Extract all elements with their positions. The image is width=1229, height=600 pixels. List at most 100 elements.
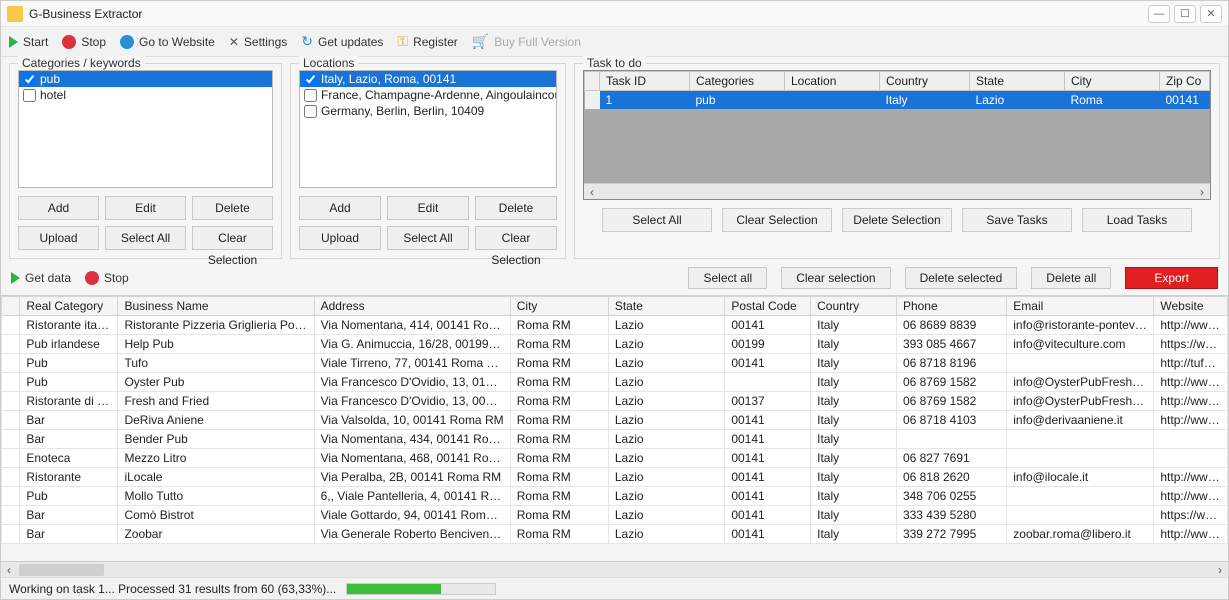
locations-item[interactable]: France, Champagne-Ardenne, Aingoulaincou…: [300, 87, 556, 103]
results-row[interactable]: PubMollo Tutto6,, Viale Pantelleria, 4, …: [2, 487, 1228, 506]
results-row[interactable]: Ristorante italianoRistorante Pizzeria G…: [2, 316, 1228, 335]
tasks-column-header[interactable]: City: [1065, 72, 1160, 91]
export-button[interactable]: Export: [1125, 267, 1218, 289]
categories-item[interactable]: hotel: [19, 87, 272, 103]
results-row[interactable]: Pub irlandeseHelp PubVia G. Animuccia, 1…: [2, 335, 1228, 354]
locations-edit-button[interactable]: Edit: [387, 196, 469, 220]
results-column-header[interactable]: Business Name: [118, 297, 314, 316]
categories-item[interactable]: pub: [19, 71, 272, 87]
locations-listbox[interactable]: Italy, Lazio, Roma, 00141France, Champag…: [299, 70, 557, 188]
results-cell: Ristorante di pesce: [20, 392, 118, 411]
task-row[interactable]: 1 pub Italy Lazio Roma 00141: [585, 91, 1210, 110]
scroll-left-icon[interactable]: ‹: [584, 185, 600, 199]
tasks-column-header[interactable]: State: [970, 72, 1065, 91]
results-clear-button[interactable]: Clear selection: [781, 267, 890, 289]
locations-item[interactable]: Germany, Berlin, Berlin, 10409: [300, 103, 556, 119]
results-cell: Ristorante italiano: [20, 316, 118, 335]
results-cell: Via Nomentana, 468, 00141 Roma RM: [314, 449, 510, 468]
results-row[interactable]: PubTufoViale Tirreno, 77, 00141 Roma RMR…: [2, 354, 1228, 373]
categories-add-button[interactable]: Add: [18, 196, 99, 220]
tasks-column-header[interactable]: Zip Co: [1160, 72, 1210, 91]
tasks-clear-button[interactable]: Clear Selection: [722, 208, 832, 232]
results-cell: Lazio: [608, 487, 724, 506]
results-column-header[interactable]: Real Category: [20, 297, 118, 316]
tasks-column-header[interactable]: Location: [785, 72, 880, 91]
results-row[interactable]: BarBender PubVia Nomentana, 434, 00141 R…: [2, 430, 1228, 449]
results-column-header[interactable]: State: [608, 297, 724, 316]
results-cell: 348 706 0255: [896, 487, 1006, 506]
results-column-header[interactable]: City: [510, 297, 608, 316]
results-row[interactable]: EnotecaMezzo LitroVia Nomentana, 468, 00…: [2, 449, 1228, 468]
results-column-header[interactable]: Country: [811, 297, 897, 316]
tasks-save-button[interactable]: Save Tasks: [962, 208, 1072, 232]
categories-upload-button[interactable]: Upload: [18, 226, 99, 250]
tasks-table-wrap[interactable]: Task IDCategoriesLocationCountryStateCit…: [583, 70, 1211, 200]
results-cell: Italy: [811, 411, 897, 430]
scroll-right-icon[interactable]: ›: [1194, 185, 1210, 199]
locations-checkbox[interactable]: [304, 73, 317, 86]
start-button[interactable]: Start: [9, 35, 48, 49]
locations-upload-button[interactable]: Upload: [299, 226, 381, 250]
tasks-column-header[interactable]: Categories: [690, 72, 785, 91]
locations-label: Italy, Lazio, Roma, 00141: [321, 72, 456, 86]
results-row[interactable]: BarZoobarVia Generale Roberto Bencivenga…: [2, 525, 1228, 544]
locations-checkbox[interactable]: [304, 89, 317, 102]
locations-clear-button[interactable]: Clear Selection: [475, 226, 557, 250]
results-column-header[interactable]: Phone: [896, 297, 1006, 316]
results-column-header[interactable]: Address: [314, 297, 510, 316]
results-hscrollbar[interactable]: ‹ ›: [1, 561, 1228, 577]
results-selectall-button[interactable]: Select all: [688, 267, 767, 289]
results-row[interactable]: Ristorante di pesceFresh and FriedVia Fr…: [2, 392, 1228, 411]
tasks-selectall-button[interactable]: Select All: [602, 208, 712, 232]
categories-selectall-button[interactable]: Select All: [105, 226, 186, 250]
register-button[interactable]: ⚿ Register: [397, 33, 457, 50]
results-row[interactable]: RistoranteiLocaleVia Peralba, 2B, 00141 …: [2, 468, 1228, 487]
categories-delete-button[interactable]: Delete: [192, 196, 273, 220]
locations-add-button[interactable]: Add: [299, 196, 381, 220]
scroll-left-icon[interactable]: ‹: [1, 562, 17, 577]
locations-delete-button[interactable]: Delete: [475, 196, 557, 220]
categories-checkbox[interactable]: [23, 73, 36, 86]
scroll-right-icon[interactable]: ›: [1212, 562, 1228, 577]
results-delete-selected-button[interactable]: Delete selected: [905, 267, 1018, 289]
results-cell: [1154, 430, 1228, 449]
minimize-button[interactable]: —: [1148, 5, 1170, 23]
tasks-hscrollbar[interactable]: ‹ ›: [584, 183, 1210, 199]
locations-item[interactable]: Italy, Lazio, Roma, 00141: [300, 71, 556, 87]
results-scroll[interactable]: Real CategoryBusiness NameAddressCitySta…: [1, 296, 1228, 561]
scroll-thumb[interactable]: [19, 564, 104, 576]
get-data-button[interactable]: Get data: [11, 271, 71, 285]
results-column-header[interactable]: Website: [1154, 297, 1228, 316]
tasks-column-header[interactable]: Task ID: [600, 72, 690, 91]
buy-full-button[interactable]: 🛒 Buy Full Version: [472, 33, 581, 50]
tasks-load-button[interactable]: Load Tasks: [1082, 208, 1192, 232]
results-cell: Fresh and Fried: [118, 392, 314, 411]
results-column-header[interactable]: Postal Code: [725, 297, 811, 316]
results-delete-all-button[interactable]: Delete all: [1031, 267, 1111, 289]
categories-clear-button[interactable]: Clear Selection: [192, 226, 273, 250]
app-icon: [7, 6, 23, 22]
results-cell: Lazio: [608, 506, 724, 525]
settings-button[interactable]: ✕ Settings: [229, 35, 287, 49]
results-row[interactable]: BarDeRiva AnieneVia Valsolda, 10, 00141 …: [2, 411, 1228, 430]
tasks-delete-selection-button[interactable]: Delete Selection: [842, 208, 952, 232]
results-cell: iLocale: [118, 468, 314, 487]
goto-website-button[interactable]: Go to Website: [120, 35, 215, 49]
results-row[interactable]: BarComò BistrotViale Gottardo, 94, 00141…: [2, 506, 1228, 525]
categories-checkbox[interactable]: [23, 89, 36, 102]
maximize-button[interactable]: ☐: [1174, 5, 1196, 23]
get-updates-button[interactable]: ↻ Get updates: [301, 33, 383, 50]
results-cell: Roma RM: [510, 430, 608, 449]
results-column-header[interactable]: Email: [1007, 297, 1154, 316]
locations-checkbox[interactable]: [304, 105, 317, 118]
close-button[interactable]: ✕: [1200, 5, 1222, 23]
categories-edit-button[interactable]: Edit: [105, 196, 186, 220]
results-row[interactable]: PubOyster PubVia Francesco D'Ovidio, 13,…: [2, 373, 1228, 392]
categories-listbox[interactable]: pubhotel: [18, 70, 273, 188]
results-cell: Pub: [20, 487, 118, 506]
results-cell: Via Generale Roberto Bencivenga, 1, ...: [314, 525, 510, 544]
tasks-column-header[interactable]: Country: [880, 72, 970, 91]
stop-button[interactable]: Stop: [62, 35, 106, 49]
results-stop-button[interactable]: Stop: [85, 271, 129, 285]
locations-selectall-button[interactable]: Select All: [387, 226, 469, 250]
